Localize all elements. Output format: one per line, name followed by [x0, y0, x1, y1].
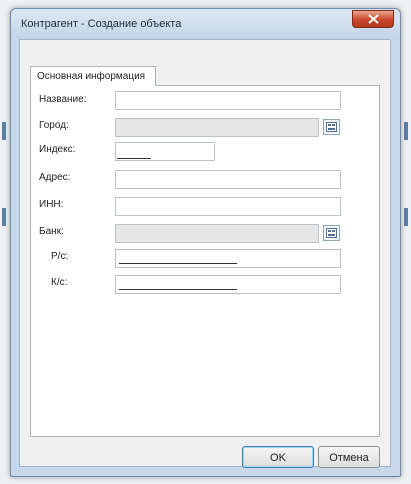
dialog-window: Контрагент - Создание объекта Основная и…: [10, 8, 401, 477]
tab-panel: Название: Город: Индекс: Адрес: ИНН: Бан…: [30, 85, 380, 437]
index-field-mark: [117, 158, 151, 159]
close-icon: [368, 14, 379, 24]
inn-field[interactable]: [115, 197, 341, 217]
name-input[interactable]: [116, 94, 340, 111]
city-picker-button[interactable]: [323, 119, 340, 135]
background-mark: [2, 208, 6, 226]
background-mark: [2, 122, 6, 140]
address-label: Адрес:: [39, 172, 71, 183]
inn-input[interactable]: [116, 200, 340, 217]
account-label: Р/с:: [51, 251, 69, 262]
dialog-client-area: Основная информация Название: Город: Инд…: [19, 39, 391, 468]
close-button[interactable]: [352, 10, 394, 28]
address-field[interactable]: [115, 170, 341, 190]
bank-label: Банк:: [39, 226, 64, 237]
city-label: Город:: [39, 120, 69, 131]
corr-account-field-mark: [119, 289, 237, 290]
lookup-icon: [326, 228, 337, 238]
title-bar[interactable]: Контрагент - Создание объекта: [11, 9, 400, 39]
lookup-icon: [326, 122, 337, 132]
cancel-button[interactable]: Отмена: [318, 446, 380, 468]
index-label: Индекс:: [39, 144, 76, 155]
ok-button[interactable]: OK: [242, 446, 314, 468]
address-input[interactable]: [116, 173, 340, 190]
corr-account-label: К/с:: [51, 277, 68, 288]
name-label: Название:: [39, 94, 87, 105]
bank-field[interactable]: [115, 224, 319, 243]
account-field-mark: [119, 263, 237, 264]
window-title: Контрагент - Создание объекта: [21, 18, 182, 30]
inn-label: ИНН:: [39, 199, 64, 210]
background-mark: [404, 122, 408, 140]
bank-picker-button[interactable]: [323, 225, 340, 241]
tab-main-info[interactable]: Основная информация: [30, 66, 156, 86]
name-field[interactable]: [115, 91, 341, 111]
background-mark: [404, 208, 408, 226]
city-field[interactable]: [115, 118, 319, 137]
account-field[interactable]: [115, 249, 341, 268]
corr-account-field[interactable]: [115, 275, 341, 294]
